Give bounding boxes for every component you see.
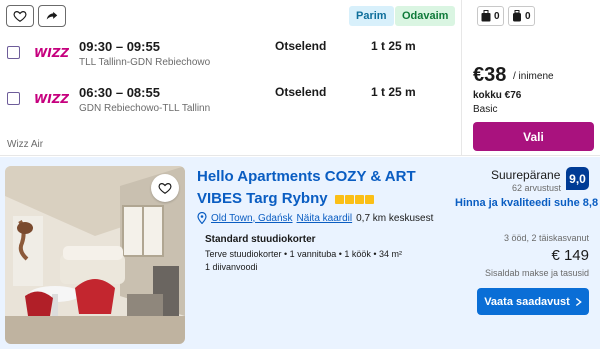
outbound-checkbox[interactable] [7,46,20,59]
star-icon [354,194,364,204]
outbound-duration: 1 t 25 m [371,39,416,53]
show-on-map-link[interactable]: Näita kaardil [297,213,353,224]
room-info: Standard stuudiokorter Terve stuudiokort… [197,231,442,279]
location-pin-icon [197,212,207,224]
hotel-card: Hello Apartments COZY & ART VIBES Targ R… [0,157,600,349]
tax-info: Sisaldab makse ja tasusid [484,268,589,278]
personal-bag-icon [481,10,491,22]
value-for-money: Hinna ja kvaliteedi suhe 8,8 [455,197,599,209]
chevron-right-icon [575,297,582,306]
cabin-bag-info: 0 [508,6,535,26]
save-hotel-button[interactable] [151,174,179,202]
outbound-route: TLL Tallinn-GDN Rebiechowo [79,57,211,68]
outbound-leg: WIZZ 09:30 – 09:55 TLL Tallinn-GDN Rebie… [0,38,462,78]
hotel-name: Hello Apartments COZY & ART VIBES Targ R… [197,168,416,207]
outbound-times: 09:30 – 09:55 [79,39,160,54]
room-description: Terve stuudiokorter • 1 vannituba • 1 kö… [205,249,403,259]
see-availability-button[interactable]: Vaata saadavust [477,288,589,315]
return-route: GDN Rebiechowo-TLL Tallinn [79,103,211,114]
heart-icon [158,183,172,194]
fare-class: Basic [473,104,498,115]
wizz-air-logo: WIZZ [34,46,69,60]
svg-text:WIZZ: WIZZ [34,92,69,106]
distance-from-center: 0,7 km keskusest [356,212,434,224]
star-rating [334,194,374,204]
return-stops: Otselend [275,85,327,99]
review-count: 62 arvustust [512,183,562,193]
best-tag: Parim [349,6,394,26]
price-total: kokku €76 [473,90,522,101]
room-type: Standard stuudiokorter [205,234,316,245]
stay-info: 3 ööd, 2 täiskasvanut [503,233,589,243]
hotel-name-link[interactable]: Hello Apartments COZY & ART VIBES Targ R… [197,166,442,210]
cabin-bag-icon [513,10,521,22]
cabin-bag-count: 0 [525,10,531,22]
save-flight-button[interactable] [6,5,34,27]
flight-card: Parim Odavaim WIZZ 09:30 – 09:55 TLL Tal… [0,0,600,156]
flight-price-panel: 0 0 €38 / inimene kokku €76 Basic Vali [463,0,600,156]
svg-text:WIZZ: WIZZ [34,46,69,60]
share-icon [46,11,58,20]
location-row: Old Town, Gdańsk Näita kaardil 0,7 km ke… [197,212,433,224]
return-checkbox[interactable] [7,92,20,105]
rating-word: Suurepärane [491,168,561,182]
location-link[interactable]: Old Town, Gdańsk [211,213,293,224]
outbound-stops: Otselend [275,39,327,53]
star-icon [334,194,344,204]
price-per-person: / inimene [513,71,554,82]
star-icon [344,194,354,204]
flight-price: €38 [473,64,507,86]
review-score-badge[interactable]: 9,0 [566,167,589,190]
select-flight-button[interactable]: Vali [473,122,594,151]
return-duration: 1 t 25 m [371,85,416,99]
wizz-air-logo: WIZZ [34,92,69,106]
hotel-price: € 149 [551,247,589,264]
availability-label: Vaata saadavust [484,295,570,308]
return-times: 06:30 – 08:55 [79,85,160,100]
return-leg: WIZZ 06:30 – 08:55 GDN Rebiechowo-TLL Ta… [0,84,462,124]
cheapest-tag: Odavaim [395,6,456,26]
star-icon [364,194,374,204]
personal-bag-info: 0 [477,6,504,26]
personal-bag-count: 0 [494,10,500,22]
share-flight-button[interactable] [38,5,66,27]
airline-name: Wizz Air [7,139,44,150]
room-beds: 1 diivanvoodi [205,262,258,272]
heart-icon [13,11,27,22]
flight-details: Parim Odavaim WIZZ 09:30 – 09:55 TLL Tal… [0,0,462,156]
